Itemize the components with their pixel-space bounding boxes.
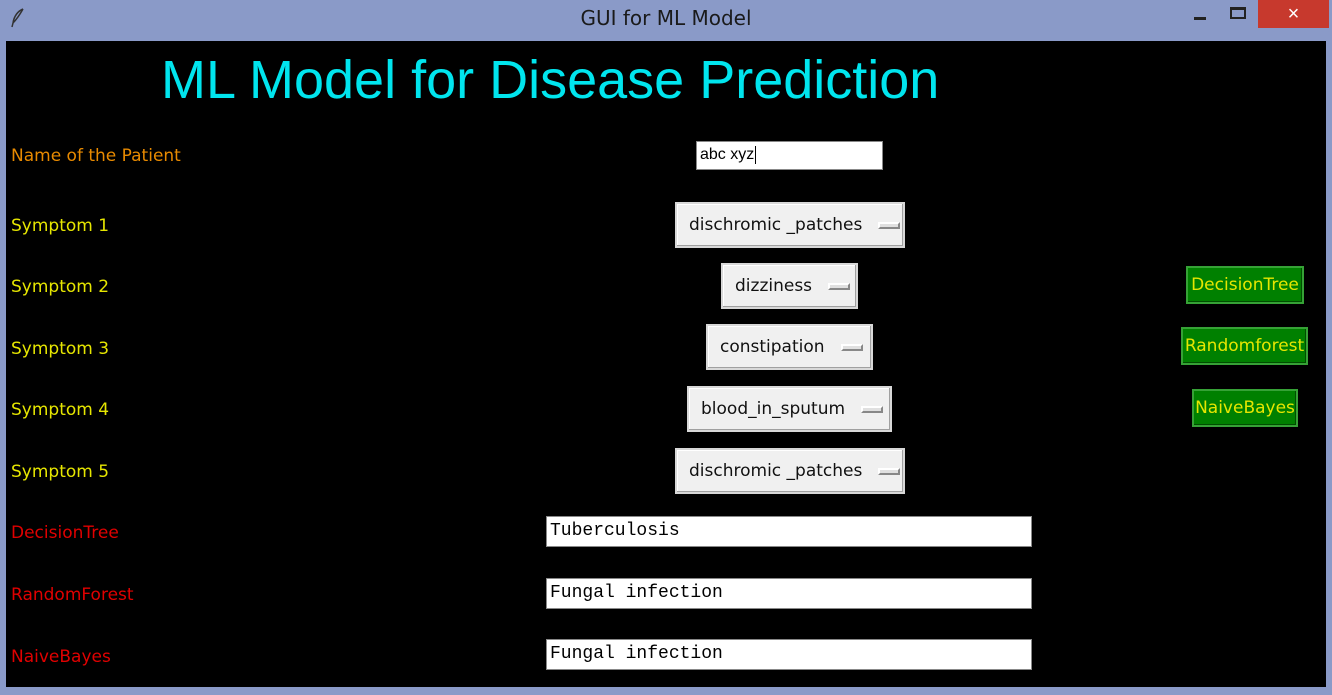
symptom-2-label: Symptom 2 — [11, 277, 110, 297]
dropdown-indicator-icon — [828, 282, 851, 290]
random-forest-button[interactable]: Randomforest — [1181, 327, 1308, 365]
patient-name-label: Name of the Patient — [11, 146, 181, 166]
symptom-5-value: dischromic _patches — [689, 461, 863, 481]
minimize-icon — [1194, 16, 1206, 20]
naive-bayes-result-label: NaiveBayes — [11, 647, 111, 667]
naive-bayes-result-field[interactable]: Fungal infection — [546, 639, 1032, 670]
symptom-4-label: Symptom 4 — [11, 400, 110, 420]
app-window: GUI for ML Model × ML Model for Disease … — [0, 0, 1332, 695]
random-forest-result-field[interactable]: Fungal infection — [546, 578, 1032, 609]
page-title: ML Model for Disease Prediction — [161, 50, 940, 110]
symptom-3-label: Symptom 3 — [11, 339, 110, 359]
title-bar[interactable]: GUI for ML Model × — [0, 0, 1332, 40]
symptom-2-dropdown[interactable]: dizziness — [721, 263, 858, 309]
close-button[interactable]: × — [1258, 0, 1329, 28]
symptom-1-dropdown[interactable]: dischromic _patches — [675, 202, 905, 248]
symptom-5-label: Symptom 5 — [11, 462, 110, 482]
decision-tree-result-label: DecisionTree — [11, 523, 119, 543]
symptom-4-dropdown[interactable]: blood_in_sputum — [687, 386, 892, 432]
close-icon: × — [1287, 2, 1300, 25]
decision-tree-button[interactable]: DecisionTree — [1186, 266, 1304, 304]
dropdown-indicator-icon — [878, 221, 901, 229]
decision-tree-result-field[interactable]: Tuberculosis — [546, 516, 1032, 547]
naive-bayes-button[interactable]: NaiveBayes — [1192, 389, 1298, 427]
text-caret — [755, 145, 757, 164]
symptom-1-value: dischromic _patches — [689, 215, 863, 235]
dropdown-indicator-icon — [840, 343, 863, 351]
symptom-3-dropdown[interactable]: constipation — [706, 324, 873, 370]
symptom-4-value: blood_in_sputum — [701, 399, 846, 419]
window-title: GUI for ML Model — [580, 6, 752, 30]
random-forest-result-label: RandomForest — [11, 585, 134, 605]
symptom-3-value: constipation — [720, 337, 825, 357]
dropdown-indicator-icon — [861, 405, 884, 413]
maximize-icon — [1230, 7, 1246, 19]
dropdown-indicator-icon — [878, 467, 901, 475]
patient-name-input[interactable]: abc xyz — [696, 141, 883, 170]
symptom-1-label: Symptom 1 — [11, 216, 110, 236]
symptom-5-dropdown[interactable]: dischromic _patches — [675, 448, 905, 494]
patient-name-value: abc xyz — [700, 146, 755, 163]
minimize-button[interactable] — [1183, 0, 1217, 26]
main-panel: ML Model for Disease Prediction Name of … — [6, 41, 1326, 687]
symptom-2-value: dizziness — [735, 276, 813, 296]
maximize-button[interactable] — [1221, 0, 1255, 26]
